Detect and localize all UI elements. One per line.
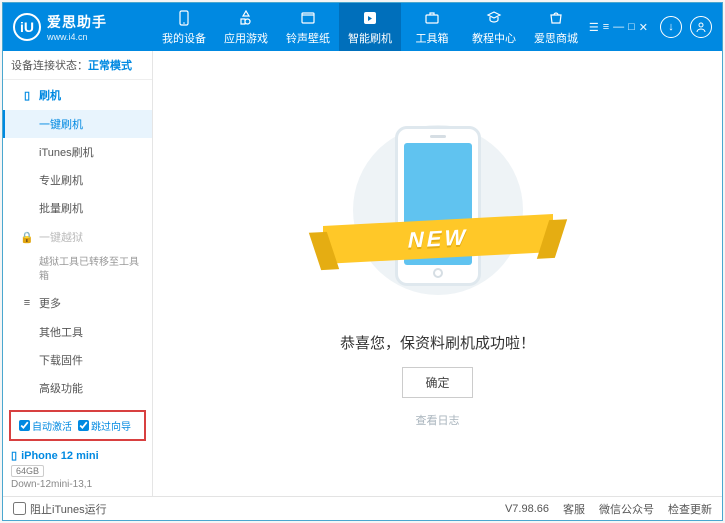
titlebar: iU 爱思助手 www.i4.cn 我的设备 应用游戏 铃声壁纸 智能刷机 工具…: [3, 3, 722, 51]
success-illustration: NEW: [363, 120, 513, 300]
status-wechat[interactable]: 微信公众号: [599, 501, 654, 517]
sidebar-item-advanced[interactable]: 高级功能: [3, 374, 152, 402]
sidebar-item-itunes-flash[interactable]: iTunes刷机: [3, 138, 152, 166]
user-button[interactable]: [690, 16, 712, 38]
apps-icon: [237, 9, 255, 27]
sidebar: 设备连接状态：正常模式 ▯ 刷机 一键刷机 iTunes刷机 专业刷机 批量刷机…: [3, 51, 153, 496]
version-label: V7.98.66: [505, 503, 549, 515]
window-controls: ☰ ≡ — □ ✕: [589, 21, 648, 34]
sidebar-section-jailbreak[interactable]: 🔒 一键越狱: [3, 222, 152, 252]
close-icon[interactable]: ✕: [639, 21, 648, 34]
device-phone-icon: ▯: [11, 449, 17, 462]
app-url: www.i4.cn: [47, 32, 107, 42]
nav-tutorials[interactable]: 教程中心: [463, 3, 525, 51]
phone-small-icon: ▯: [21, 89, 33, 101]
sidebar-item-other-tools[interactable]: 其他工具: [3, 318, 152, 346]
auto-activate-checkbox[interactable]: 自动激活: [19, 418, 72, 433]
success-message: 恭喜您，保资料刷机成功啦！: [340, 332, 535, 353]
connection-status: 设备连接状态：正常模式: [3, 51, 152, 80]
jailbreak-note: 越狱工具已转移至工具箱: [3, 252, 152, 288]
main-nav: 我的设备 应用游戏 铃声壁纸 智能刷机 工具箱 教程中心 爱思商城: [153, 3, 589, 51]
tutorial-icon: [485, 9, 503, 27]
skip-guide-checkbox[interactable]: 跳过向导: [78, 418, 131, 433]
maximize-icon[interactable]: □: [628, 21, 635, 34]
sidebar-item-batch-flash[interactable]: 批量刷机: [3, 194, 152, 222]
status-support[interactable]: 客服: [563, 501, 585, 517]
device-sub: Down-12mini-13,1: [11, 479, 144, 490]
content-area: NEW 恭喜您，保资料刷机成功啦！ 确定 查看日志: [153, 51, 722, 496]
options-row: 自动激活 跳过向导: [9, 410, 146, 441]
device-name[interactable]: ▯ iPhone 12 mini: [11, 449, 144, 462]
status-check-update[interactable]: 检查更新: [668, 501, 712, 517]
view-log-link[interactable]: 查看日志: [416, 412, 460, 428]
nav-store[interactable]: 爱思商城: [525, 3, 587, 51]
nav-toolbox[interactable]: 工具箱: [401, 3, 463, 51]
minimize-icon[interactable]: —: [613, 21, 624, 34]
phone-icon: [175, 9, 193, 27]
nav-my-device[interactable]: 我的设备: [153, 3, 215, 51]
sidebar-section-more[interactable]: ≡ 更多: [3, 288, 152, 318]
device-panel: ▯ iPhone 12 mini 64GB Down-12mini-13,1: [3, 443, 152, 496]
app-window: iU 爱思助手 www.i4.cn 我的设备 应用游戏 铃声壁纸 智能刷机 工具…: [2, 2, 723, 521]
store-icon: [547, 9, 565, 27]
body: 设备连接状态：正常模式 ▯ 刷机 一键刷机 iTunes刷机 专业刷机 批量刷机…: [3, 51, 722, 496]
sidebar-item-pro-flash[interactable]: 专业刷机: [3, 166, 152, 194]
status-bar: 阻止iTunes运行 V7.98.66 客服 微信公众号 检查更新: [3, 496, 722, 520]
settings-icon[interactable]: ≡: [603, 21, 609, 34]
nav-ringtones-wallpapers[interactable]: 铃声壁纸: [277, 3, 339, 51]
confirm-button[interactable]: 确定: [402, 367, 472, 398]
menu-icon[interactable]: ☰: [589, 21, 599, 34]
media-icon: [299, 9, 317, 27]
sidebar-item-oneclick-flash[interactable]: 一键刷机: [3, 110, 152, 138]
flash-icon: [361, 9, 379, 27]
device-capacity: 64GB: [11, 465, 44, 477]
logo-icon: iU: [13, 13, 41, 41]
nav-apps-games[interactable]: 应用游戏: [215, 3, 277, 51]
block-itunes-checkbox[interactable]: 阻止iTunes运行: [13, 501, 107, 517]
download-button[interactable]: ↓: [660, 16, 682, 38]
logo: iU 爱思助手 www.i4.cn: [3, 12, 153, 42]
titlebar-right: ☰ ≡ — □ ✕ ↓: [589, 16, 722, 38]
more-icon: ≡: [21, 297, 33, 309]
nav-smart-flash[interactable]: 智能刷机: [339, 3, 401, 51]
sidebar-section-flash[interactable]: ▯ 刷机: [3, 80, 152, 110]
toolbox-icon: [423, 9, 441, 27]
lock-icon: 🔒: [21, 231, 33, 243]
sidebar-item-download-firmware[interactable]: 下载固件: [3, 346, 152, 374]
app-name: 爱思助手: [47, 12, 107, 32]
